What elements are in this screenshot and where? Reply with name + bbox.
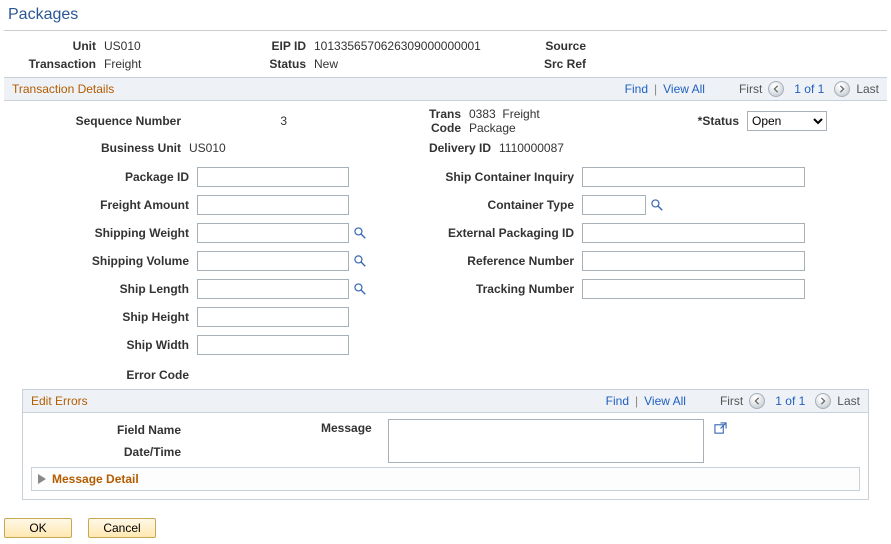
status-field-label: *Status <box>687 114 747 128</box>
business-unit-label: Business Unit <box>4 141 189 155</box>
shipping-volume-label: Shipping Volume <box>4 254 197 268</box>
ship-height-label: Ship Height <box>4 310 197 324</box>
prev-arrow-icon[interactable] <box>749 393 765 409</box>
transaction-label: Transaction <box>4 57 104 71</box>
transaction-details-title: Transaction Details <box>12 82 114 96</box>
transaction-details-body: Sequence Number 3 Trans Code 0383 Freigh… <box>0 101 891 512</box>
lookup-icon[interactable] <box>353 226 367 240</box>
details-bar-controls: Find | View All First 1 of 1 Last <box>625 81 879 97</box>
reference-number-label: Reference Number <box>384 254 582 268</box>
first-label: First <box>739 82 762 96</box>
sequence-number-label: Sequence Number <box>4 114 189 128</box>
container-type-label: Container Type <box>384 198 582 212</box>
find-link[interactable]: Find <box>606 394 629 408</box>
message-label: Message <box>321 419 378 463</box>
ship-height-input[interactable] <box>197 307 349 327</box>
freight-amount-input[interactable] <box>197 195 349 215</box>
source-label: Source <box>524 39 594 53</box>
freight-amount-label: Freight Amount <box>4 198 197 212</box>
external-packaging-id-input[interactable] <box>582 223 805 243</box>
view-all-link[interactable]: View All <box>644 394 686 408</box>
tracking-number-label: Tracking Number <box>384 282 582 296</box>
lookup-icon[interactable] <box>650 198 664 212</box>
transaction-details-bar: Transaction Details Find | View All Firs… <box>4 77 887 101</box>
divider: | <box>654 82 657 96</box>
status-select[interactable]: Open <box>747 111 827 131</box>
container-type-input[interactable] <box>582 195 646 215</box>
prev-arrow-icon[interactable] <box>768 81 784 97</box>
field-name-label: Field Name <box>31 423 189 437</box>
header-block: Unit US010 EIP ID 1013356570626309000000… <box>0 39 891 77</box>
error-code-label: Error Code <box>4 368 197 382</box>
shipping-weight-input[interactable] <box>197 223 349 243</box>
shipping-weight-label: Shipping Weight <box>4 226 197 240</box>
first-label: First <box>720 394 743 408</box>
ship-length-label: Ship Length <box>4 282 197 296</box>
ship-container-inquiry-input[interactable] <box>582 167 805 187</box>
trans-code-label: Trans Code <box>409 107 469 135</box>
delivery-id-value: 1110000087 <box>499 141 609 155</box>
business-unit-value: US010 <box>189 141 309 155</box>
tracking-number-input[interactable] <box>582 279 805 299</box>
transaction-value: Freight <box>104 57 234 71</box>
sequence-number-value: 3 <box>189 114 309 128</box>
ship-length-input[interactable] <box>197 279 349 299</box>
edit-errors-box: Edit Errors Find | View All First 1 of 1… <box>22 389 869 500</box>
eip-id-label: EIP ID <box>234 39 314 53</box>
delivery-id-label: Delivery ID <box>409 141 499 155</box>
header-status-value: New <box>314 57 524 71</box>
trans-code-value: 0383 Freight Package <box>469 107 579 135</box>
edit-errors-title: Edit Errors <box>31 394 88 408</box>
header-status-label: Status <box>234 57 314 71</box>
find-link[interactable]: Find <box>625 82 648 96</box>
view-all-link[interactable]: View All <box>663 82 705 96</box>
reference-number-input[interactable] <box>582 251 805 271</box>
ship-width-input[interactable] <box>197 335 349 355</box>
row-counter: 1 of 1 <box>771 394 809 408</box>
page-title: Packages <box>4 0 887 31</box>
popout-icon[interactable] <box>714 421 728 435</box>
row-counter: 1 of 1 <box>790 82 828 96</box>
eip-id-value: 1013356570626309000000001 <box>314 39 524 53</box>
lookup-icon[interactable] <box>353 282 367 296</box>
next-arrow-icon[interactable] <box>834 81 850 97</box>
package-id-input[interactable] <box>197 167 349 187</box>
message-detail-title: Message Detail <box>52 472 139 486</box>
unit-value: US010 <box>104 39 234 53</box>
message-detail-row[interactable]: Message Detail <box>31 467 860 491</box>
unit-label: Unit <box>4 39 104 53</box>
src-ref-label: Src Ref <box>524 57 594 71</box>
external-packaging-id-label: External Packaging ID <box>384 226 582 240</box>
last-label: Last <box>856 82 879 96</box>
expand-triangle-icon[interactable] <box>38 474 46 484</box>
ok-button[interactable]: OK <box>4 518 72 538</box>
date-time-label: Date/Time <box>31 445 189 459</box>
lookup-icon[interactable] <box>353 254 367 268</box>
ship-width-label: Ship Width <box>4 338 197 352</box>
last-label: Last <box>837 394 860 408</box>
package-id-label: Package ID <box>4 170 197 184</box>
cancel-button[interactable]: Cancel <box>88 518 156 538</box>
shipping-volume-input[interactable] <box>197 251 349 271</box>
message-textarea[interactable] <box>388 419 704 463</box>
next-arrow-icon[interactable] <box>815 393 831 409</box>
divider: | <box>635 394 638 408</box>
ship-container-inquiry-label: Ship Container Inquiry <box>384 170 582 184</box>
